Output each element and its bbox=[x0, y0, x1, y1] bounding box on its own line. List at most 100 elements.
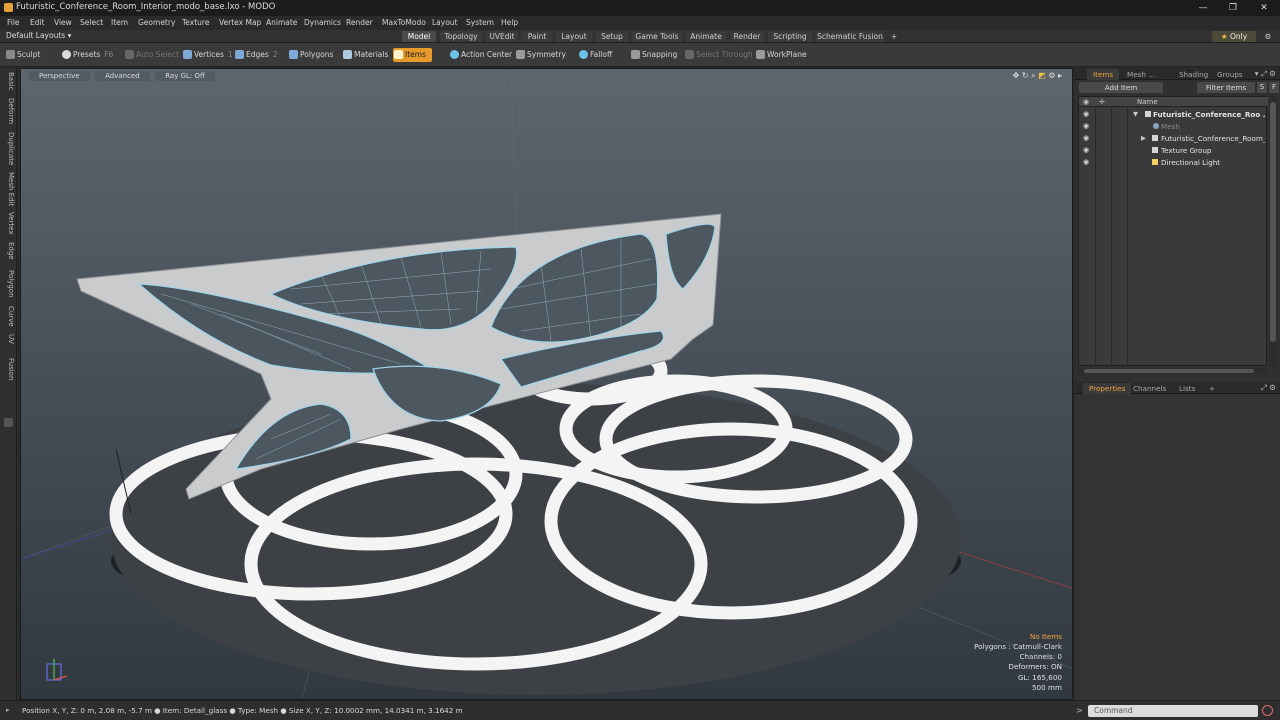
menu-dynamics[interactable]: Dynamics bbox=[304, 18, 341, 27]
tab-fusion[interactable]: Fusion bbox=[3, 358, 15, 380]
gear-icon[interactable]: ⚙ bbox=[1262, 31, 1274, 42]
viewport-expand-icon[interactable]: ▸ bbox=[1058, 71, 1062, 80]
command-input[interactable]: Command bbox=[1088, 705, 1258, 717]
tab-groups[interactable]: Groups bbox=[1211, 69, 1249, 80]
menu-vertex-map[interactable]: Vertex Map bbox=[219, 18, 261, 27]
auto-select-button[interactable]: Auto Select bbox=[124, 48, 179, 62]
select-through-button[interactable]: Select Through bbox=[684, 48, 753, 62]
command-history-icon[interactable]: > bbox=[1076, 706, 1083, 715]
items-horizontal-scrollbar[interactable] bbox=[1078, 368, 1267, 374]
tab-mesh[interactable]: Mesh ... bbox=[1121, 69, 1161, 80]
tab-channels[interactable]: Channels bbox=[1127, 383, 1172, 394]
tab-schematic-fusion[interactable]: Schematic Fusion bbox=[816, 31, 884, 42]
tab-basic[interactable]: Basic bbox=[3, 72, 15, 91]
falloff-button[interactable]: Falloff bbox=[578, 48, 612, 62]
vertices-button[interactable]: Vertices 1 bbox=[182, 48, 233, 62]
menu-maxtomodo[interactable]: MaxToModo bbox=[382, 18, 426, 27]
minimize-button[interactable]: — bbox=[1188, 0, 1218, 16]
close-button[interactable]: ✕ bbox=[1249, 0, 1279, 16]
expand-down-icon[interactable]: ▼ bbox=[1133, 110, 1138, 118]
edges-button[interactable]: Edges 2 bbox=[234, 48, 278, 62]
tab-curve[interactable]: Curve bbox=[3, 306, 15, 327]
items-button[interactable]: Items bbox=[393, 48, 432, 62]
zoom-view-icon[interactable]: ⌕ bbox=[1031, 71, 1035, 80]
list-item[interactable]: ◉ ▼ Futuristic_Conference_Roo ... bbox=[1079, 108, 1268, 120]
panel-options-icon[interactable]: ▾ ⤢ ⚙ bbox=[1255, 69, 1276, 79]
menu-help[interactable]: Help bbox=[501, 18, 518, 27]
visibility-eye-icon[interactable]: ◉ bbox=[1083, 122, 1089, 130]
tab-uv[interactable]: UV bbox=[3, 334, 15, 344]
status-expand-icon[interactable]: ▸ bbox=[6, 706, 10, 714]
command-stop-icon[interactable] bbox=[1262, 705, 1273, 716]
render-mode-dropdown[interactable]: Ray GL: Off bbox=[155, 71, 215, 81]
add-tab-button[interactable]: + bbox=[888, 31, 900, 42]
scrollbar-thumb[interactable] bbox=[1270, 102, 1276, 342]
list-item[interactable]: ◉ Directional Light bbox=[1079, 156, 1268, 168]
viewport-settings-icon[interactable]: ⚙ bbox=[1048, 71, 1055, 80]
tab-lists[interactable]: Lists bbox=[1173, 383, 1201, 394]
properties-options-icon[interactable]: ⤢ ⚙ bbox=[1261, 383, 1276, 393]
menu-item[interactable]: Item bbox=[111, 18, 128, 27]
only-button[interactable]: ★ Only bbox=[1212, 31, 1256, 42]
s-button[interactable]: S bbox=[1257, 82, 1267, 93]
list-item[interactable]: ◉ Mesh bbox=[1079, 120, 1268, 132]
tool-tabs-toggle-icon[interactable] bbox=[4, 418, 13, 427]
visibility-eye-icon[interactable]: ◉ bbox=[1083, 158, 1089, 166]
workplane-button[interactable]: WorkPlane bbox=[755, 48, 807, 62]
materials-button[interactable]: Materials bbox=[342, 48, 388, 62]
items-list[interactable]: ◉ ✛ Name ◉ ▼ Futuristic_Conference_Roo .… bbox=[1078, 96, 1268, 366]
maximize-button[interactable]: ❐ bbox=[1218, 0, 1248, 16]
menu-file[interactable]: File bbox=[7, 18, 20, 27]
tab-paint[interactable]: Paint bbox=[522, 31, 552, 42]
f-button[interactable]: F bbox=[1269, 82, 1279, 93]
presets-button[interactable]: Presets F6 bbox=[61, 48, 113, 62]
fit-view-icon[interactable]: ◩ bbox=[1038, 71, 1046, 80]
tab-animate[interactable]: Animate bbox=[686, 31, 726, 42]
menu-system[interactable]: System bbox=[466, 18, 494, 27]
tab-layout[interactable]: Layout bbox=[556, 31, 592, 42]
visibility-eye-icon[interactable]: ◉ bbox=[1083, 110, 1089, 118]
tab-shading[interactable]: Shading bbox=[1173, 69, 1214, 80]
scrollbar-thumb[interactable] bbox=[1084, 369, 1254, 373]
name-column-header[interactable]: Name bbox=[1137, 98, 1158, 106]
action-center-button[interactable]: Action Center bbox=[449, 48, 512, 62]
tab-vertex[interactable]: Vertex bbox=[3, 212, 15, 235]
menu-select[interactable]: Select bbox=[80, 18, 103, 27]
snapping-button[interactable]: Snapping bbox=[630, 48, 677, 62]
expand-right-icon[interactable]: ▶ bbox=[1141, 134, 1146, 142]
menu-geometry[interactable]: Geometry bbox=[138, 18, 175, 27]
shading-dropdown[interactable]: Advanced bbox=[95, 71, 150, 81]
menu-view[interactable]: View bbox=[54, 18, 72, 27]
viewport-3d[interactable]: Perspective Advanced Ray GL: Off ✥ ↻ ⌕ ◩… bbox=[20, 68, 1073, 700]
filter-items-button[interactable]: Filter Items bbox=[1197, 82, 1255, 93]
tab-deform[interactable]: Deform bbox=[3, 98, 15, 124]
view-mode-dropdown[interactable]: Perspective bbox=[29, 71, 90, 81]
list-item[interactable]: ◉ ▶ Futuristic_Conference_Room_... bbox=[1079, 132, 1268, 144]
tab-duplicate[interactable]: Duplicate bbox=[3, 132, 15, 165]
rotate-view-icon[interactable]: ↻ bbox=[1022, 71, 1029, 80]
tab-items[interactable]: Items bbox=[1087, 69, 1120, 80]
menu-layout[interactable]: Layout bbox=[432, 18, 458, 27]
tab-edge[interactable]: Edge bbox=[3, 242, 15, 260]
visibility-eye-icon[interactable]: ◉ bbox=[1083, 134, 1089, 142]
tab-setup[interactable]: Setup bbox=[596, 31, 628, 42]
visibility-eye-icon[interactable]: ◉ bbox=[1083, 146, 1089, 154]
polygons-button[interactable]: Polygons bbox=[288, 48, 333, 62]
tab-uvedit[interactable]: UVEdit bbox=[486, 31, 518, 42]
menu-animate[interactable]: Animate bbox=[266, 18, 297, 27]
move-view-icon[interactable]: ✥ bbox=[1013, 71, 1020, 80]
sculpt-button[interactable]: Sculpt bbox=[5, 48, 40, 62]
add-panel-tab-button[interactable]: + bbox=[1203, 383, 1221, 394]
items-vertical-scrollbar[interactable] bbox=[1269, 96, 1277, 366]
add-item-button[interactable]: Add Item bbox=[1079, 82, 1163, 93]
tab-model[interactable]: Model bbox=[402, 31, 436, 42]
tab-polygon[interactable]: Polygon bbox=[3, 270, 15, 298]
menu-edit[interactable]: Edit bbox=[30, 18, 45, 27]
tab-mesh-edit[interactable]: Mesh Edit bbox=[3, 172, 15, 206]
tab-properties[interactable]: Properties bbox=[1083, 383, 1132, 394]
list-item[interactable]: ◉ Texture Group bbox=[1079, 144, 1268, 156]
tab-topology[interactable]: Topology bbox=[440, 31, 482, 42]
menu-render[interactable]: Render bbox=[346, 18, 373, 27]
layout-dropdown[interactable]: Default Layouts ▾ bbox=[6, 31, 71, 40]
menu-texture[interactable]: Texture bbox=[182, 18, 209, 27]
